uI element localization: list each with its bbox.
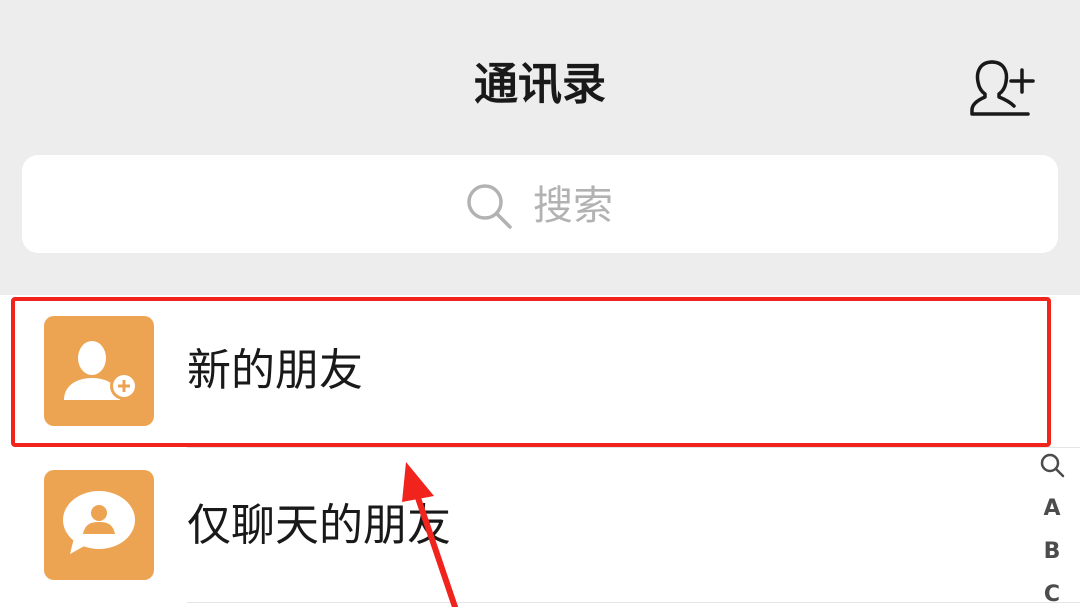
index-letter-c[interactable]: C: [1030, 580, 1074, 610]
index-letter-a[interactable]: A: [1030, 494, 1074, 524]
divider: [187, 602, 1080, 603]
search-icon: [467, 184, 512, 229]
list-item-label: 新的朋友: [187, 345, 363, 396]
chat-only-friend-icon: [44, 470, 154, 580]
list-item-chat-only-friends[interactable]: 仅聊天的朋友: [0, 449, 1080, 601]
new-friend-icon: [44, 316, 154, 426]
index-letter-b[interactable]: B: [1030, 537, 1074, 567]
divider: [187, 447, 1080, 448]
person-add-icon: [970, 60, 1035, 116]
red-arrow-annotation: [402, 462, 458, 607]
index-search-icon[interactable]: [1039, 452, 1065, 478]
add-contact-button[interactable]: [966, 52, 1042, 118]
alphabet-index-bar[interactable]: A B C: [1030, 450, 1074, 607]
page-title: 通讯录: [474, 59, 606, 110]
search-placeholder: 搜索: [533, 183, 613, 229]
list-item-new-friends[interactable]: 新的朋友: [0, 296, 1080, 448]
